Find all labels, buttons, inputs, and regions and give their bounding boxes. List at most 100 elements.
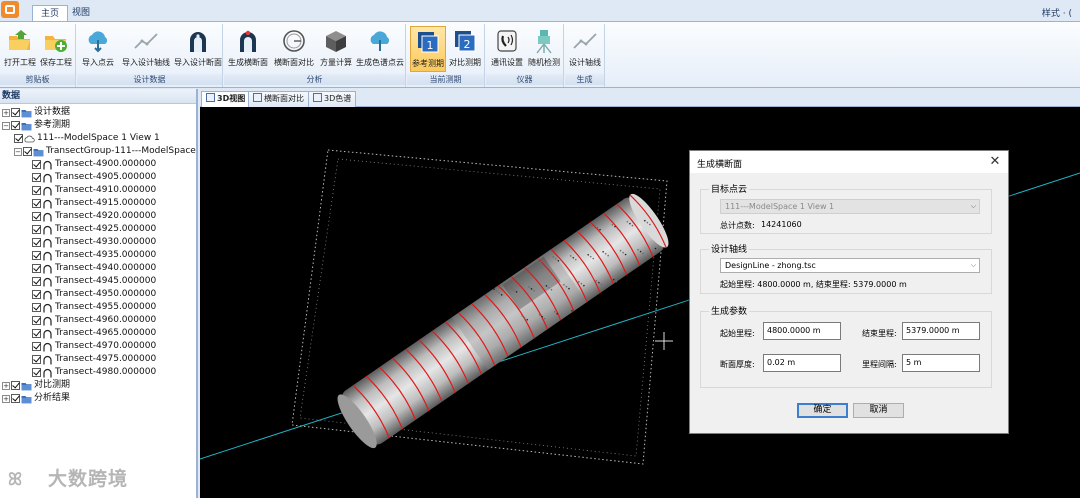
import-design-section-button[interactable]: 导入设计断面 xyxy=(174,26,222,72)
tree-checkbox[interactable] xyxy=(23,147,32,156)
tree-item[interactable]: − TransectGroup-111---ModelSpace xyxy=(14,145,196,158)
tree-checkbox[interactable] xyxy=(32,277,41,286)
group-generate-label: 生成 xyxy=(565,74,604,85)
tree-checkbox[interactable] xyxy=(32,212,41,221)
tree-checkbox[interactable] xyxy=(32,238,41,247)
tree-item[interactable]: Transect-4920.000000 xyxy=(32,210,156,223)
tunnel-section-icon xyxy=(43,160,52,169)
tunnel-generate-icon xyxy=(240,30,256,52)
end-mileage-input[interactable]: 5379.0000 m xyxy=(902,322,980,340)
tree-checkbox[interactable] xyxy=(32,225,41,234)
tab-3d-view[interactable]: 3D视图 xyxy=(201,91,251,108)
tree-item[interactable]: Transect-4960.000000 xyxy=(32,314,156,327)
random-check-button[interactable]: 随机检测 xyxy=(526,26,562,72)
tunnel-section-icon xyxy=(43,225,52,234)
tree-checkbox[interactable] xyxy=(32,368,41,377)
tree-checkbox[interactable] xyxy=(32,173,41,182)
tree-expander[interactable]: − xyxy=(2,121,10,130)
group-design-data: 导入点云 导入设计轴线 导入设计断面 设计数据 xyxy=(77,24,223,87)
tree-item[interactable]: Transect-4935.000000 xyxy=(32,249,156,262)
tree-checkbox[interactable] xyxy=(32,355,41,364)
tree-item[interactable]: Transect-4940.000000 xyxy=(32,262,156,275)
tree-checkbox[interactable] xyxy=(32,186,41,195)
app-logo-icon[interactable] xyxy=(0,0,22,20)
tree-item[interactable]: + 分析结果 xyxy=(2,392,70,405)
generate-section-dialog: 生成横断面 ✕ 目标点云 111---ModelSpace 1 View 1 ⌵… xyxy=(689,150,1009,434)
tree-item[interactable]: 111---ModelSpace 1 View 1 xyxy=(14,132,160,145)
tree-checkbox[interactable] xyxy=(32,329,41,338)
color-cloud-button[interactable]: 生成色谱点云 xyxy=(356,26,404,72)
open-folder-icon xyxy=(9,30,30,50)
axis-line-icon xyxy=(134,33,158,49)
tree-item[interactable]: Transect-4955.000000 xyxy=(32,301,156,314)
open-project-button[interactable]: 打开工程 xyxy=(3,26,37,72)
tree-item[interactable]: Transect-4965.000000 xyxy=(32,327,156,340)
close-icon[interactable]: ✕ xyxy=(988,155,1002,169)
tree-item[interactable]: Transect-4925.000000 xyxy=(32,223,156,236)
tree-checkbox[interactable] xyxy=(11,381,20,390)
cancel-button[interactable]: 取消 xyxy=(853,403,904,418)
tree-item[interactable]: Transect-4905.000000 xyxy=(32,171,156,184)
tab-section-compare[interactable]: 横断面对比 xyxy=(248,91,309,107)
tree-item[interactable]: Transect-4970.000000 xyxy=(32,340,156,353)
tree-item[interactable]: Transect-4910.000000 xyxy=(32,184,156,197)
tree-item[interactable]: Transect-4900.000000 xyxy=(32,158,156,171)
tree-checkbox[interactable] xyxy=(32,199,41,208)
generate-section-button[interactable]: 生成横断面 xyxy=(228,26,268,72)
comm-settings-button[interactable]: 通讯设置 xyxy=(489,26,525,72)
tree-item-label: Transect-4935.000000 xyxy=(55,250,157,260)
design-axis-select[interactable]: DesignLine - zhong.tsc ⌵ xyxy=(720,258,980,273)
tab-3d-color[interactable]: 3D色谱 xyxy=(308,91,357,107)
compare-period-button[interactable]: 2 对比测期 xyxy=(447,26,483,72)
tree-checkbox[interactable] xyxy=(32,303,41,312)
design-axis-label: 设计轴线 xyxy=(569,58,601,67)
ok-button[interactable]: 确定 xyxy=(797,403,848,418)
tab-3d-view-label: 3D视图 xyxy=(217,94,246,103)
section-compare-tab-icon xyxy=(253,93,262,102)
section-thickness-input[interactable]: 0.02 m xyxy=(763,354,841,372)
import-design-axis-button[interactable]: 导入设计轴线 xyxy=(121,26,171,72)
tunnel-section-icon xyxy=(43,173,52,182)
tree-checkbox[interactable] xyxy=(32,290,41,299)
section-compare-button[interactable]: 横断面对比 xyxy=(272,26,316,72)
tree-item[interactable]: − 参考测期 xyxy=(2,119,70,132)
tree-checkbox[interactable] xyxy=(32,160,41,169)
tree-checkbox[interactable] xyxy=(11,121,20,130)
import-cloud-button[interactable]: 导入点云 xyxy=(81,26,115,72)
tree-checkbox[interactable] xyxy=(14,134,23,143)
tab-home[interactable]: 主页 xyxy=(32,5,69,22)
save-project-button[interactable]: 保存工程 xyxy=(39,26,73,72)
start-mileage-input[interactable]: 4800.0000 m xyxy=(763,322,841,340)
tree-item[interactable]: Transect-4975.000000 xyxy=(32,353,156,366)
mileage-interval-input[interactable]: 5 m xyxy=(902,354,980,372)
tree-checkbox[interactable] xyxy=(32,251,41,260)
tree-expander[interactable]: + xyxy=(2,108,10,117)
tree-item[interactable]: + 设计数据 xyxy=(2,106,70,119)
tree-checkbox[interactable] xyxy=(32,264,41,273)
tab-view[interactable]: 视图 xyxy=(64,5,98,22)
tree-item[interactable]: Transect-4950.000000 xyxy=(32,288,156,301)
tree-item[interactable]: Transect-4915.000000 xyxy=(32,197,156,210)
folder-icon xyxy=(21,122,32,130)
tree-checkbox[interactable] xyxy=(32,342,41,351)
tree-item-label: 参考测期 xyxy=(34,120,71,130)
tree-expander[interactable]: + xyxy=(2,381,10,390)
tree-item-label: 对比测期 xyxy=(34,380,71,390)
tree-checkbox[interactable] xyxy=(32,316,41,325)
tree-checkbox[interactable] xyxy=(11,108,20,117)
tunnel-section-icon xyxy=(43,303,52,312)
tree-item-label: Transect-4945.000000 xyxy=(55,276,157,286)
tree-item[interactable]: Transect-4930.000000 xyxy=(32,236,156,249)
watermark-logo-icon: ꕤ xyxy=(8,470,24,490)
style-menu[interactable]: 样式 · ( xyxy=(1042,6,1072,19)
tree-item[interactable]: Transect-4980.000000 xyxy=(32,366,156,379)
volume-calc-button[interactable]: 方量计算 xyxy=(318,26,354,72)
tree-item[interactable]: + 对比测期 xyxy=(2,379,70,392)
tree-checkbox[interactable] xyxy=(11,394,20,403)
target-cloud-select[interactable]: 111---ModelSpace 1 View 1 ⌵ xyxy=(720,199,980,214)
design-axis-button[interactable]: 设计轴线 xyxy=(567,26,603,72)
tree-expander[interactable]: + xyxy=(2,394,10,403)
tree-item[interactable]: Transect-4945.000000 xyxy=(32,275,156,288)
reference-period-button[interactable]: 1 参考测期 xyxy=(410,26,446,72)
tree-expander[interactable]: − xyxy=(14,147,22,156)
